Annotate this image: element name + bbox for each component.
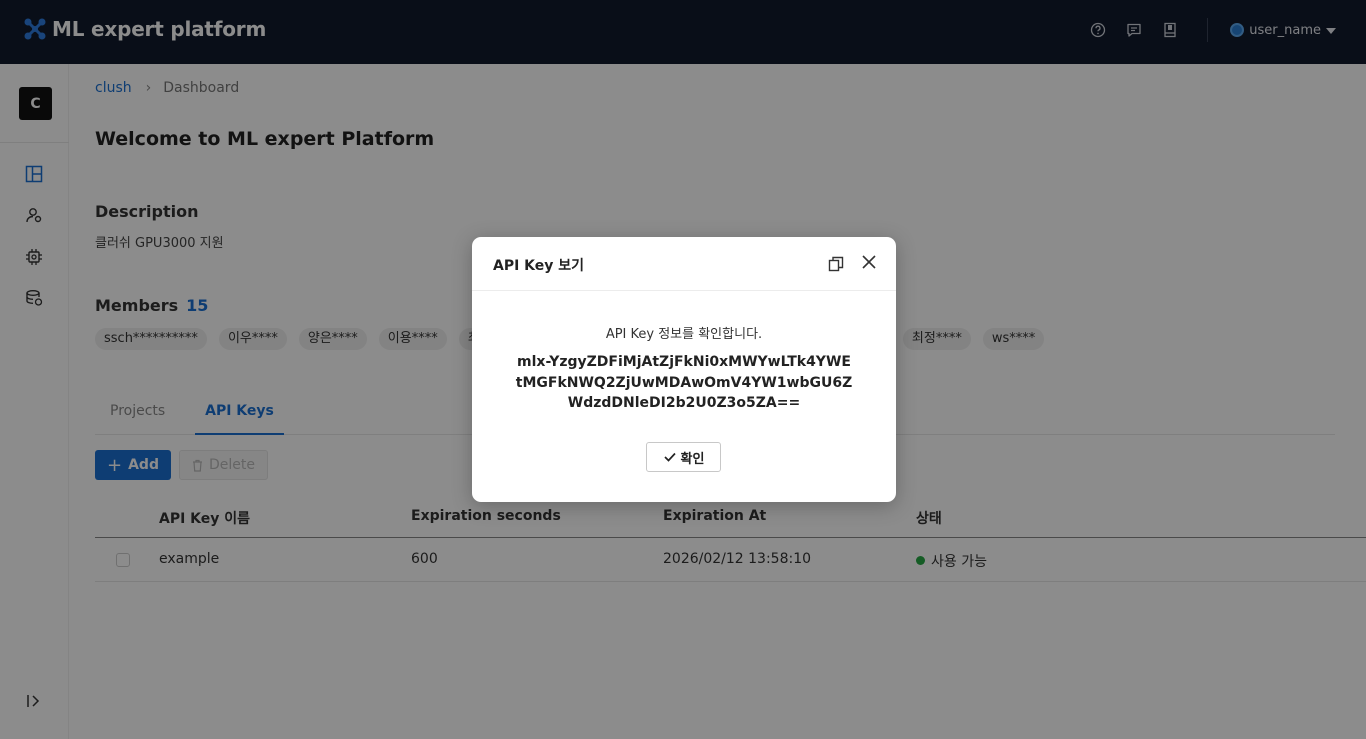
check-icon <box>663 452 676 462</box>
confirm-button[interactable]: 확인 <box>646 442 721 472</box>
modal-header: API Key 보기 <box>472 237 896 291</box>
api-key-value[interactable]: mlx-YzgyZDFiMjAtZjFkNi0xMWYwLTk4YWEtMGFk… <box>514 352 854 414</box>
modal-body: API Key 정보를 확인합니다. mlx-YzgyZDFiMjAtZjFkN… <box>472 323 896 414</box>
modal-title: API Key 보기 <box>493 258 585 274</box>
api-key-modal: API Key 보기 API Key 정보를 확인합니다. mlx-YzgyZD… <box>472 237 896 502</box>
modal-message: API Key 정보를 확인합니다. <box>605 327 763 342</box>
close-icon[interactable] <box>861 254 877 270</box>
confirm-button-label: 확인 <box>680 451 705 467</box>
copy-icon[interactable] <box>828 256 844 272</box>
